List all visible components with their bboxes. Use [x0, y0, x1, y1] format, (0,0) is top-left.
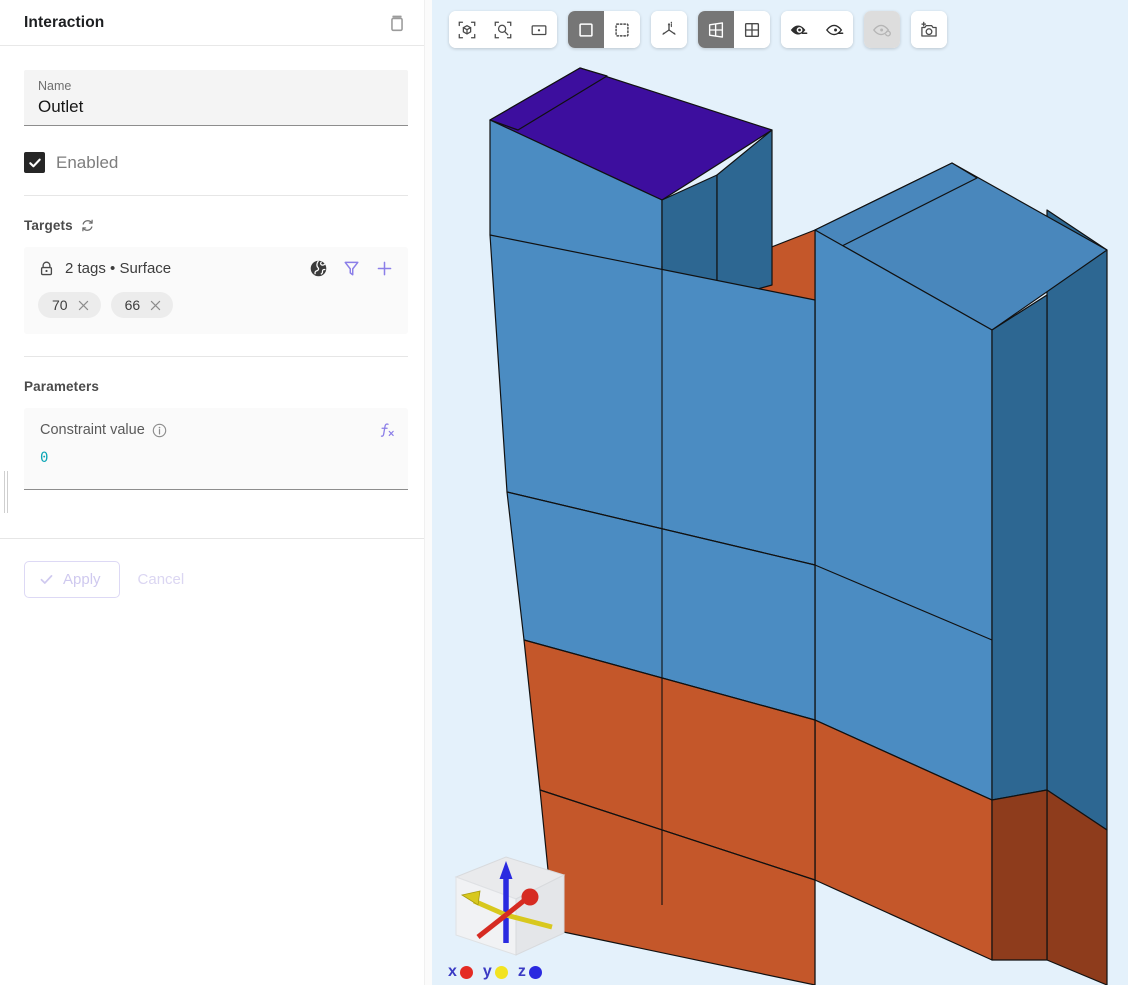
refresh-icon[interactable]: [80, 218, 95, 233]
model-face-blue-side: [1047, 210, 1107, 830]
perspective-window-icon: [706, 20, 726, 40]
magnifier-brackets-icon: [493, 20, 513, 40]
axis-label-z: z: [518, 963, 526, 981]
sidebar-left-resize-handle[interactable]: [2, 470, 10, 514]
toolbar-view-mode-group: [698, 11, 770, 48]
targets-actions: [309, 259, 394, 278]
globe-icon[interactable]: [309, 259, 328, 278]
filter-icon[interactable]: [342, 259, 361, 278]
trash-icon: [386, 12, 408, 34]
check-icon: [39, 572, 54, 587]
axis-triad-legend: x y z: [448, 963, 542, 981]
zoom-to-fit-button[interactable]: [449, 11, 485, 48]
reset-visibility-button: [864, 11, 900, 48]
targets-heading: Targets: [24, 218, 408, 233]
axis-color-x: [460, 966, 473, 979]
show-axes-button[interactable]: [651, 11, 687, 48]
model-face-blue-side: [992, 295, 1047, 800]
panel-header: Interaction: [0, 0, 432, 46]
axis-triad-cube: [444, 843, 576, 961]
targets-heading-label: Targets: [24, 218, 73, 233]
toolbar-visibility-group: [781, 11, 853, 48]
axis-color-z: [529, 966, 542, 979]
name-field-label: Name: [38, 78, 394, 94]
targets-summary-row: 2 tags • Surface: [38, 259, 394, 278]
toolbar-selection-mode-group: [568, 11, 640, 48]
show-all-button[interactable]: [781, 11, 817, 48]
targets-card: 2 tags • Surface: [24, 247, 408, 334]
box-select-button[interactable]: [604, 11, 640, 48]
enabled-checkbox[interactable]: [24, 152, 45, 173]
toolbar-axes-group: [651, 11, 687, 48]
toolbar-capture-group: [911, 11, 947, 48]
rect-dot-icon: [529, 20, 549, 40]
model-face-orange-side: [992, 790, 1047, 960]
close-icon[interactable]: [149, 299, 162, 312]
grid-window-icon: [742, 20, 762, 40]
parameters-heading: Parameters: [24, 379, 408, 394]
close-icon[interactable]: [77, 299, 90, 312]
function-icon[interactable]: [377, 421, 396, 440]
name-input[interactable]: Outlet: [38, 95, 394, 119]
eye-show-icon: [788, 20, 810, 40]
name-field[interactable]: Name Outlet: [24, 70, 408, 126]
plus-icon[interactable]: [375, 259, 394, 278]
single-select-button[interactable]: [568, 11, 604, 48]
viewport-toolbar: [449, 11, 947, 48]
zoom-to-selection-button[interactable]: [485, 11, 521, 48]
axis-color-y: [495, 966, 508, 979]
dashed-square-icon: [612, 20, 632, 40]
page-title: Interaction: [24, 14, 386, 32]
3d-model-canvas[interactable]: [432, 0, 1128, 985]
check-icon: [28, 156, 42, 170]
axis-label-x: x: [448, 963, 457, 981]
constraint-value-field[interactable]: Constraint value 0: [24, 408, 408, 490]
targets-summary: 2 tags • Surface: [65, 260, 299, 277]
app-root: Interaction Name Outlet: [0, 0, 1128, 985]
apply-button-label: Apply: [63, 571, 101, 588]
eye-reset-icon: [871, 20, 893, 40]
target-tag[interactable]: 66: [111, 292, 174, 318]
cancel-button[interactable]: Cancel: [130, 562, 193, 597]
enabled-checkbox-row[interactable]: Enabled: [24, 152, 408, 196]
section-divider: [24, 356, 408, 357]
axis-triad-widget[interactable]: x y z: [444, 843, 576, 983]
target-tag-list: 70 66: [38, 292, 394, 318]
axis-label-y: y: [483, 963, 492, 981]
axes-triad-icon: [659, 20, 679, 40]
eye-hide-icon: [824, 20, 846, 40]
orthographic-view-button[interactable]: [734, 11, 770, 48]
toolbar-reset-visibility-group: [864, 11, 900, 48]
screenshot-button[interactable]: [911, 11, 947, 48]
target-tag-label: 66: [125, 297, 141, 313]
perspective-view-button[interactable]: [698, 11, 734, 48]
sidebar-body: Name Outlet Enabled Targets: [0, 70, 432, 490]
info-icon[interactable]: [152, 423, 167, 438]
target-tag-label: 70: [52, 297, 68, 313]
apply-button[interactable]: Apply: [24, 561, 120, 598]
fit-window-button[interactable]: [521, 11, 557, 48]
camera-plus-icon: [919, 20, 939, 40]
delete-interaction-button[interactable]: [386, 12, 408, 34]
parameters-heading-label: Parameters: [24, 379, 99, 394]
lock-icon[interactable]: [38, 260, 55, 277]
fit-cube-icon: [457, 20, 477, 40]
constraint-label-row: Constraint value: [40, 422, 394, 438]
model-face-blue-front: [815, 230, 992, 800]
solid-square-icon: [576, 20, 596, 40]
interaction-sidebar: Interaction Name Outlet: [0, 0, 432, 985]
form-actions: Apply Cancel: [0, 538, 432, 598]
constraint-value-input[interactable]: 0: [40, 450, 394, 466]
toolbar-zoom-group: [449, 11, 557, 48]
enabled-label: Enabled: [56, 153, 118, 173]
constraint-value-label: Constraint value: [40, 422, 145, 438]
target-tag[interactable]: 70: [38, 292, 101, 318]
3d-viewport[interactable]: x y z: [432, 0, 1128, 985]
hide-selected-button[interactable]: [817, 11, 853, 48]
